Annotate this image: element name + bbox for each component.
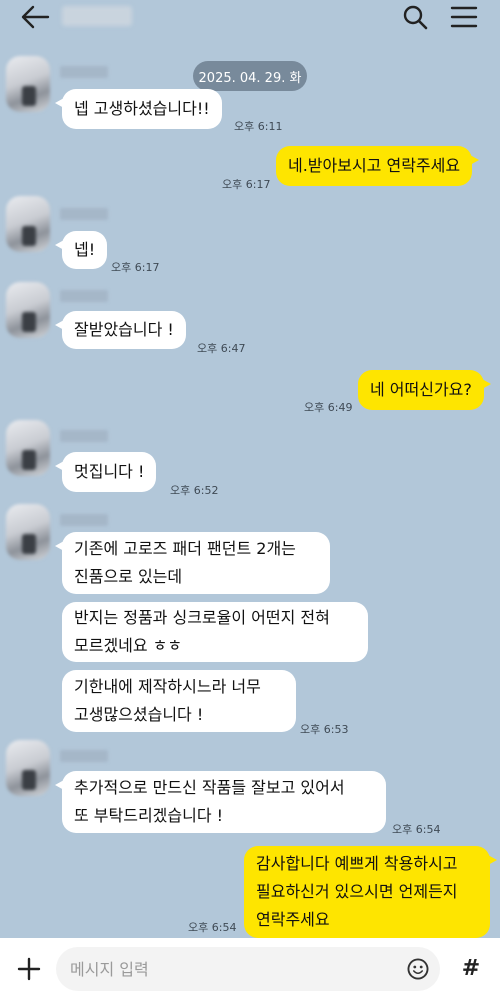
message-bubble-outgoing[interactable]: 네.받아보시고 연락주세요: [276, 146, 480, 186]
sender-name-blurred: [60, 66, 108, 78]
chat-header: [0, 0, 500, 34]
message-input[interactable]: [70, 947, 400, 991]
message-text: 잘받았습니다 !: [74, 320, 174, 339]
message-text: 넵 고생하셨습니다!!: [74, 99, 210, 118]
avatar[interactable]: [6, 56, 50, 112]
message-time: 오후 6:17: [222, 178, 271, 191]
message-bubble-incoming[interactable]: 잘받았습니다 !: [55, 311, 186, 349]
message-bubble-incoming[interactable]: 반지는 정품과 싱크로율이 어떤지 전혀 모르겠네요 ㅎㅎ: [62, 602, 368, 662]
message-line: 고생많으셨습니다 !: [74, 705, 204, 724]
avatar[interactable]: [6, 420, 50, 476]
message-line: 필요하신거 있으시면 언제든지: [256, 882, 458, 901]
sender-name-blurred: [60, 208, 108, 220]
message-line: 기존에 고로즈 패더 팬던트 2개는: [74, 539, 296, 558]
message-time: 오후 6:47: [197, 342, 246, 355]
emoji-icon[interactable]: [406, 957, 430, 981]
message-line: 기한내에 제작하시느라 너무: [74, 677, 261, 696]
sender-name-blurred: [60, 750, 108, 762]
message-time: 오후 6:54: [188, 921, 237, 934]
date-divider: 2025. 04. 29. 화: [193, 61, 307, 91]
message-line: 추가적으로 만드신 작품들 잘보고 있어서: [74, 778, 345, 797]
sender-name-blurred: [60, 514, 108, 526]
message-time: 오후 6:52: [170, 484, 219, 497]
message-time: 오후 6:49: [304, 401, 353, 414]
arrow-left-icon[interactable]: [20, 4, 50, 30]
message-time: 오후 6:54: [392, 823, 441, 836]
hamburger-menu-icon[interactable]: [450, 5, 478, 29]
message-text: 네.받아보시고 연락주세요: [288, 156, 461, 175]
hash-button[interactable]: #: [456, 953, 486, 983]
message-bubble-incoming[interactable]: 멋집니다 !: [54, 452, 157, 492]
avatar[interactable]: [6, 282, 50, 338]
message-time: 오후 6:53: [300, 723, 349, 736]
message-time: 오후 6:11: [234, 120, 283, 133]
message-line: 모르겠네요 ㅎㅎ: [74, 636, 183, 655]
message-bubble-outgoing[interactable]: 감사합니다 예쁘게 착용하시고 필요하신거 있으시면 언제든지 연락주세요: [244, 846, 497, 938]
sender-name-blurred: [60, 430, 108, 442]
plus-icon[interactable]: [14, 954, 44, 984]
message-bubble-incoming[interactable]: 추가적으로 만드신 작품들 잘보고 있어서 또 부탁드리겠습니다 !: [55, 771, 386, 833]
message-input-bar: #: [0, 938, 500, 1000]
message-line: 진품으로 있는데: [74, 567, 183, 586]
message-bubble-incoming[interactable]: 기한내에 제작하시느라 너무 고생많으셨습니다 !: [62, 670, 296, 732]
message-bubble-incoming[interactable]: 기존에 고로즈 패더 팬던트 2개는 진품으로 있는데: [55, 532, 330, 594]
avatar[interactable]: [6, 196, 50, 252]
message-line: 연락주세요: [256, 910, 330, 929]
search-icon[interactable]: [402, 4, 428, 30]
message-text: 네 어떠신가요?: [370, 380, 472, 399]
sender-name-blurred: [60, 290, 108, 302]
avatar[interactable]: [6, 740, 50, 796]
chat-title-blurred: [62, 6, 132, 26]
message-text: 넵!: [74, 240, 96, 259]
message-bubble-outgoing[interactable]: 네 어떠신가요?: [358, 370, 491, 410]
message-bubble-incoming[interactable]: 넵 고생하셨습니다!!: [55, 89, 222, 129]
message-time: 오후 6:17: [111, 261, 160, 274]
avatar[interactable]: [6, 504, 50, 560]
message-line: 반지는 정품과 싱크로율이 어떤지 전혀: [74, 608, 330, 627]
message-input-container: [56, 947, 440, 991]
message-line: 또 부탁드리겠습니다 !: [74, 806, 224, 825]
message-bubble-incoming[interactable]: 넵!: [54, 231, 108, 269]
message-text: 멋집니다 !: [74, 462, 145, 481]
message-line: 감사합니다 예쁘게 착용하시고: [256, 854, 458, 873]
